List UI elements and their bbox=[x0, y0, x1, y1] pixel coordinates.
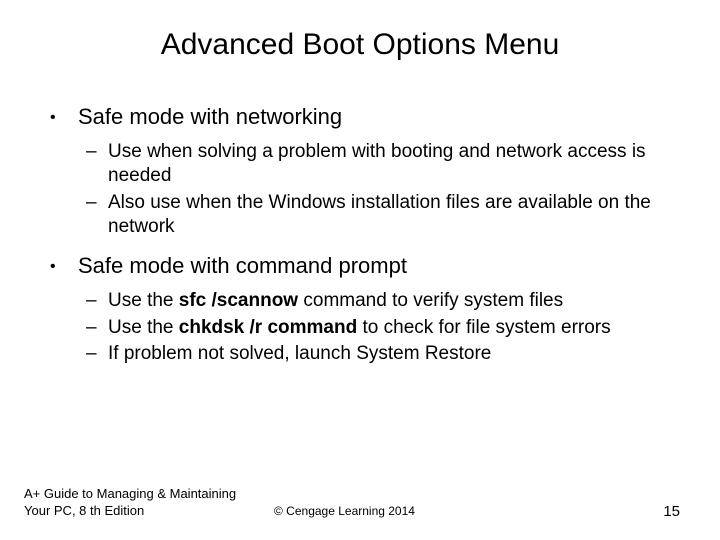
bullet-2: • Safe mode with command prompt bbox=[50, 253, 680, 281]
footer: A+ Guide to Managing & Maintaining Your … bbox=[0, 486, 720, 520]
sub-item: – Also use when the Windows installation… bbox=[86, 191, 680, 240]
sub-suffix: to check for file system errors bbox=[357, 317, 610, 338]
dash-icon: – bbox=[86, 342, 108, 366]
sub-list-1: – Use when solving a problem with bootin… bbox=[50, 140, 680, 239]
footer-left: A+ Guide to Managing & Maintaining Your … bbox=[24, 486, 254, 520]
bullet-1: • Safe mode with networking bbox=[50, 104, 680, 132]
dash-icon: – bbox=[86, 140, 108, 189]
sub-text: Use the chkdsk /r command to check for f… bbox=[108, 316, 680, 340]
sub-bold: chkdsk /r command bbox=[179, 317, 357, 338]
sub-bold: sfc /scannow bbox=[179, 290, 298, 311]
slide-content: • Safe mode with networking – Use when s… bbox=[40, 104, 680, 366]
sub-item: – Use the chkdsk /r command to check for… bbox=[86, 316, 680, 340]
sub-text: Use the sfc /scannow command to verify s… bbox=[108, 289, 680, 313]
sub-prefix: Use the bbox=[108, 317, 179, 338]
sub-suffix: command to verify system files bbox=[298, 290, 563, 311]
page-number: 15 bbox=[640, 503, 680, 520]
dash-icon: – bbox=[86, 191, 108, 240]
slide: Advanced Boot Options Menu • Safe mode w… bbox=[0, 0, 720, 540]
footer-copyright: © Cengage Learning 2014 bbox=[254, 504, 640, 520]
bullet-dot-icon: • bbox=[50, 253, 78, 281]
sub-list-2: – Use the sfc /scannow command to verify… bbox=[50, 289, 680, 366]
dash-icon: – bbox=[86, 316, 108, 340]
bullet-text: Safe mode with networking bbox=[78, 104, 342, 132]
sub-item: – Use the sfc /scannow command to verify… bbox=[86, 289, 680, 313]
sub-text: If problem not solved, launch System Res… bbox=[108, 342, 680, 366]
sub-text: Use when solving a problem with booting … bbox=[108, 140, 680, 189]
bullet-dot-icon: • bbox=[50, 104, 78, 132]
sub-item: – Use when solving a problem with bootin… bbox=[86, 140, 680, 189]
sub-text: Also use when the Windows installation f… bbox=[108, 191, 680, 240]
sub-item: – If problem not solved, launch System R… bbox=[86, 342, 680, 366]
slide-title: Advanced Boot Options Menu bbox=[40, 28, 680, 62]
bullet-text: Safe mode with command prompt bbox=[78, 253, 407, 281]
sub-prefix: Use the bbox=[108, 290, 179, 311]
dash-icon: – bbox=[86, 289, 108, 313]
